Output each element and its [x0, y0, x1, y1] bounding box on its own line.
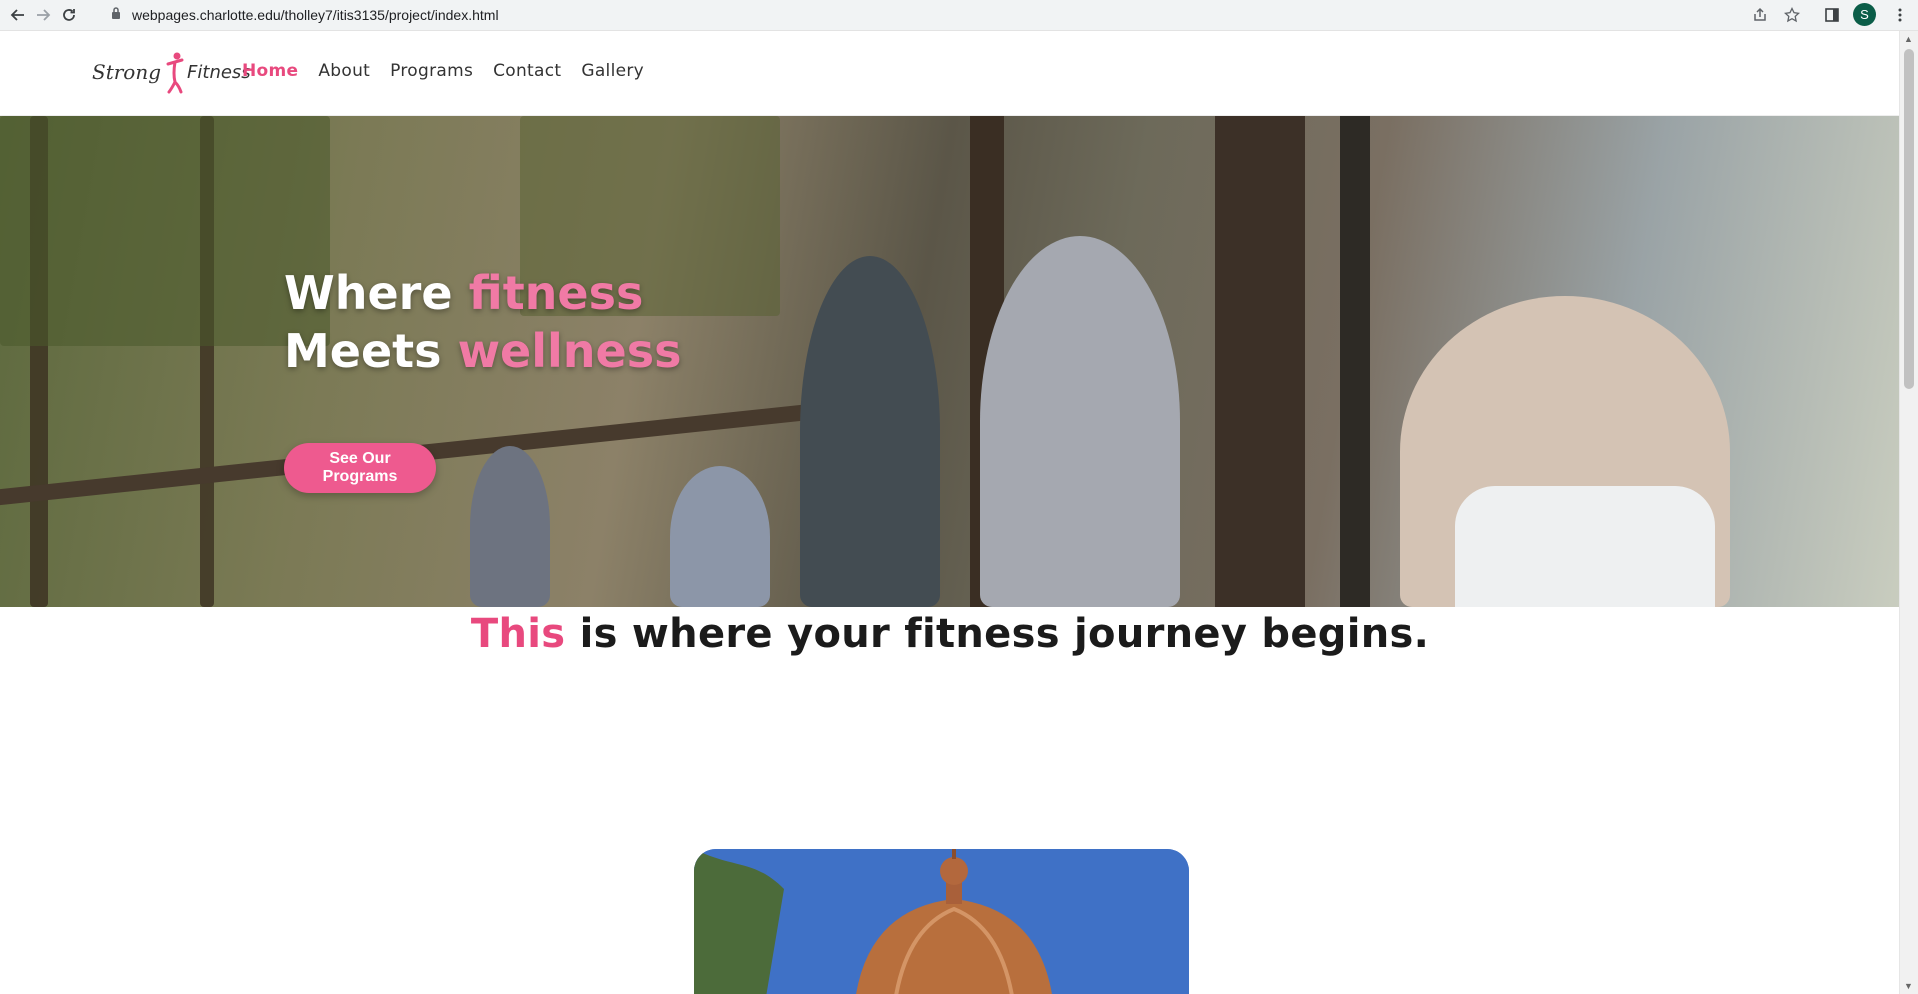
main-nav: Home About Programs Contact Gallery	[242, 61, 644, 81]
copper-dome-image	[694, 849, 1189, 994]
journey-heading: This is where your fitness journey begin…	[0, 611, 1900, 657]
hero-foliage	[0, 116, 330, 346]
hero-person	[800, 256, 940, 607]
share-icon[interactable]	[1750, 5, 1770, 25]
forward-arrow-icon[interactable]	[33, 5, 53, 25]
back-arrow-icon[interactable]	[8, 5, 28, 25]
bookmark-star-icon[interactable]	[1782, 5, 1802, 25]
see-programs-button[interactable]: See Our Programs	[284, 443, 436, 493]
scrollbar-thumb[interactable]	[1904, 49, 1914, 389]
site-header: Strong Fitness Home About Programs Conta…	[0, 31, 1900, 116]
nav-gallery[interactable]: Gallery	[581, 61, 644, 81]
site-logo[interactable]: Strong Fitness	[92, 49, 251, 95]
more-menu-icon[interactable]	[1890, 5, 1910, 25]
nav-programs[interactable]: Programs	[390, 61, 473, 81]
page-scrollbar[interactable]: ▲ ▼	[1899, 31, 1918, 994]
lock-icon	[110, 6, 122, 25]
hero-person	[670, 466, 770, 607]
hero-post	[1215, 116, 1305, 607]
hero-person	[980, 236, 1180, 607]
journey-text: is where your fitness journey begins.	[565, 611, 1430, 657]
profile-avatar[interactable]: S	[1853, 3, 1876, 26]
url-text: webpages.charlotte.edu/tholley7/itis3135…	[132, 7, 499, 23]
hero-person	[470, 446, 550, 607]
hero-word-fitness: fitness	[468, 266, 644, 320]
scroll-up-arrow-icon[interactable]: ▲	[1904, 34, 1913, 44]
page-viewport: Strong Fitness Home About Programs Conta…	[0, 31, 1900, 994]
hero-person-shirt	[1455, 486, 1715, 607]
reload-icon[interactable]	[59, 5, 79, 25]
logo-figure-icon	[166, 52, 184, 94]
hero-banner: Where fitness Meets wellness See Our Pro…	[0, 116, 1900, 607]
hero-word-wellness: wellness	[457, 324, 682, 378]
hero-post	[1340, 116, 1370, 607]
journey-highlight: This	[470, 611, 566, 657]
side-panel-icon[interactable]	[1822, 5, 1842, 25]
browser-toolbar: webpages.charlotte.edu/tholley7/itis3135…	[0, 0, 1918, 31]
hero-word-where: Where	[284, 266, 453, 320]
nav-about[interactable]: About	[318, 61, 370, 81]
address-bar[interactable]: webpages.charlotte.edu/tholley7/itis3135…	[110, 2, 1730, 28]
logo-word-strong: Strong	[92, 60, 162, 84]
feature-image	[694, 849, 1189, 994]
hero-headline: Where fitness Meets wellness	[284, 264, 682, 380]
hero-word-meets: Meets	[284, 324, 442, 378]
scroll-down-arrow-icon[interactable]: ▼	[1904, 981, 1913, 991]
nav-contact[interactable]: Contact	[493, 61, 561, 81]
nav-home[interactable]: Home	[242, 61, 298, 81]
